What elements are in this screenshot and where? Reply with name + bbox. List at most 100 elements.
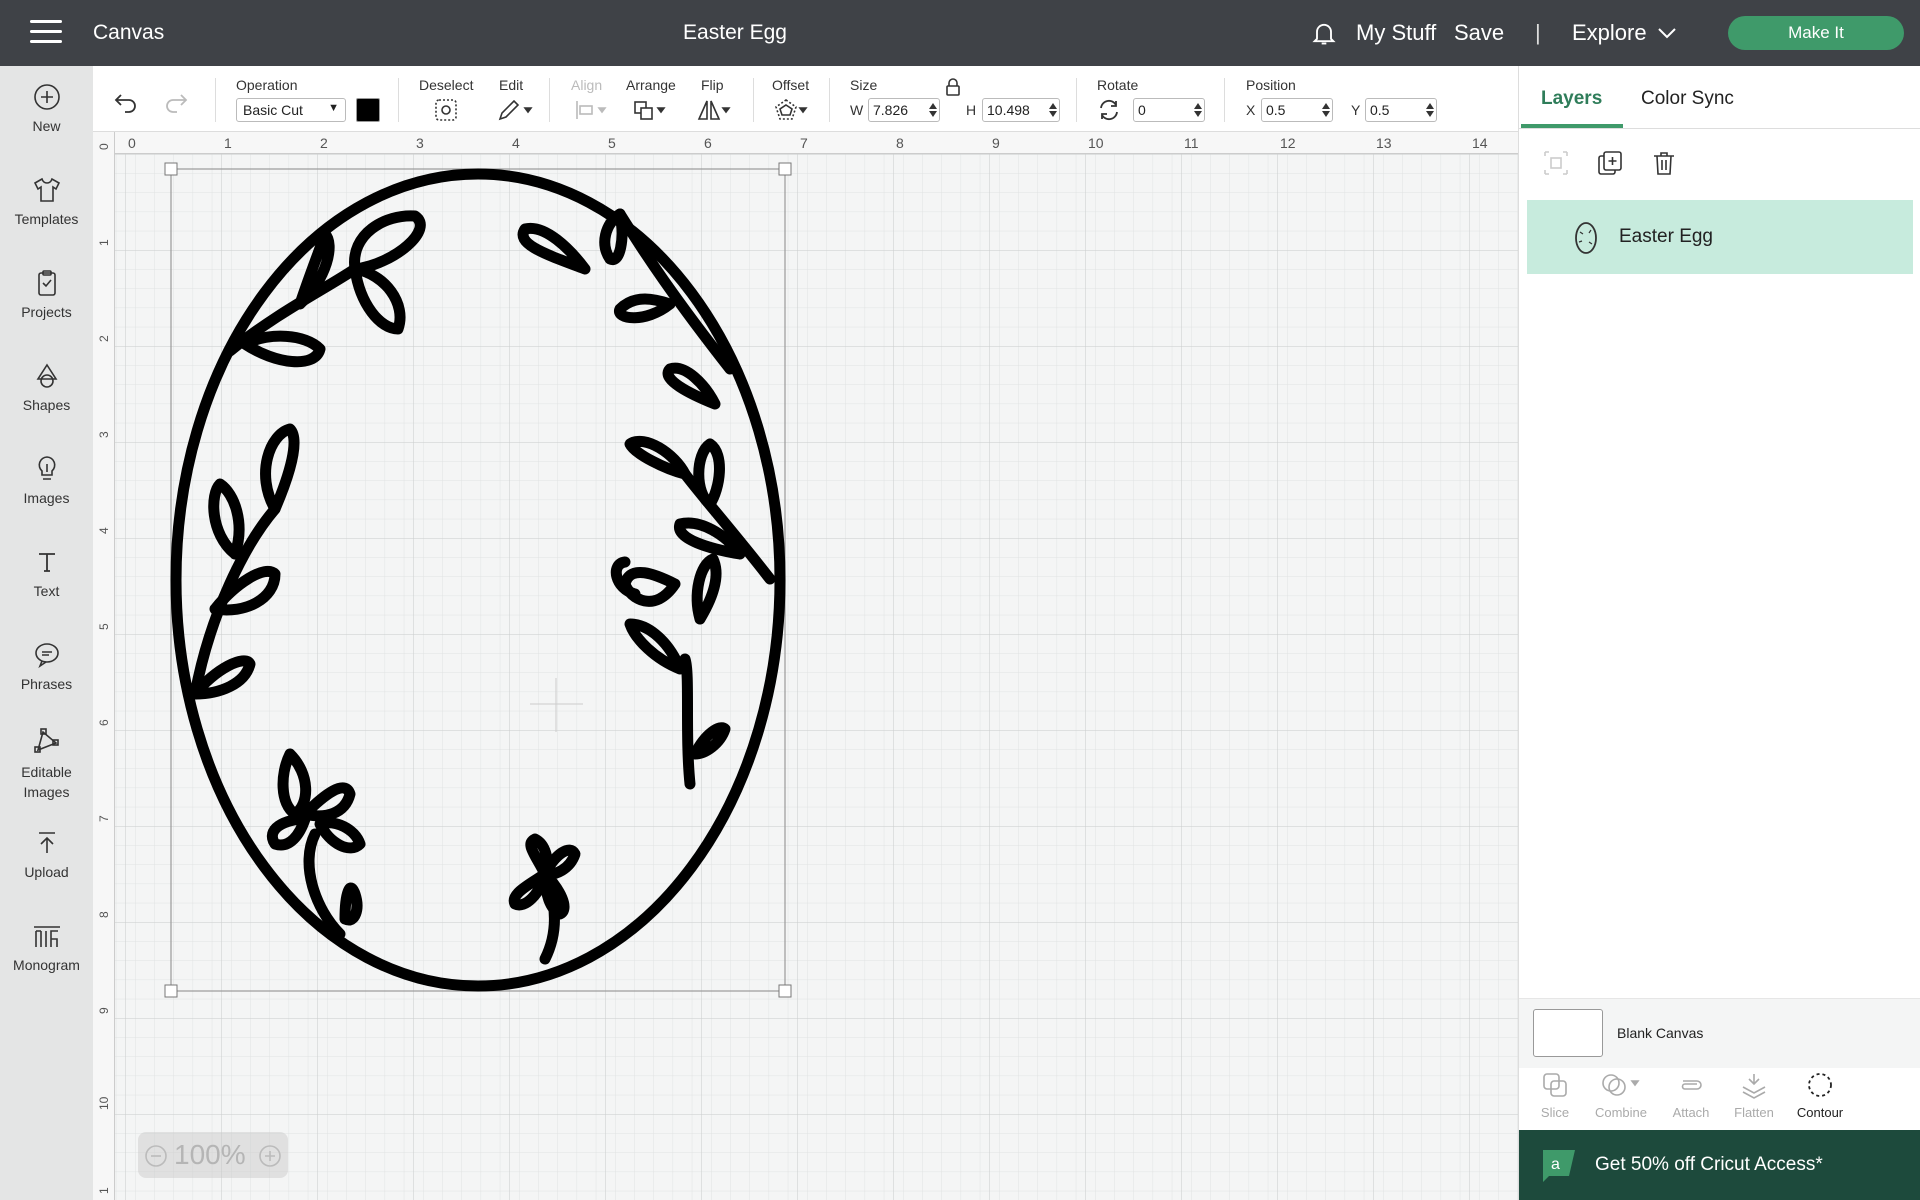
ruler-tick-label: 7	[800, 135, 808, 151]
group-icon	[1544, 151, 1568, 175]
toolbar-separator	[549, 78, 550, 122]
offset-icon[interactable]	[773, 96, 811, 124]
bell-icon[interactable]	[1310, 19, 1338, 47]
deselect-icon[interactable]	[433, 96, 459, 124]
tab-layers[interactable]: Layers	[1541, 88, 1602, 110]
ruler-tick-label: 2	[320, 135, 328, 151]
stepper-arrows-icon[interactable]	[929, 102, 937, 118]
lock-icon[interactable]	[945, 78, 961, 96]
pencil-icon[interactable]	[495, 96, 533, 124]
paperclip-icon	[1681, 1080, 1702, 1090]
make-it-button[interactable]: Make It	[1728, 16, 1904, 50]
edit-label: Edit	[499, 77, 524, 93]
selection-handle[interactable]	[778, 162, 792, 176]
y-position-input[interactable]: 0.5	[1365, 98, 1437, 122]
operation-select[interactable]: Basic Cut ▼	[236, 98, 346, 122]
flatten-icon	[1742, 1074, 1766, 1099]
toolbar-separator	[829, 78, 830, 122]
cricut-access-promo-banner[interactable]: a Get 50% off Cricut Access*	[1519, 1130, 1920, 1200]
ruler-tick-label: 7	[97, 815, 111, 822]
canvas-color-swatch[interactable]	[1533, 1009, 1603, 1057]
x-position-input[interactable]: 0.5	[1261, 98, 1333, 122]
sidebar-item-text[interactable]: Text	[0, 547, 93, 599]
blank-canvas-row[interactable]: Blank Canvas	[1519, 998, 1920, 1068]
top-bar: Canvas Easter Egg My Stuff Save | Explor…	[0, 0, 1920, 66]
position-label: Position	[1246, 77, 1296, 93]
zoom-in-icon[interactable]	[258, 1144, 282, 1168]
sidebar-item-label: Upload	[24, 864, 69, 880]
sidebar-item-templates[interactable]: Templates	[0, 175, 93, 227]
toolbar-separator	[1076, 78, 1077, 122]
contour-button[interactable]: Contour	[1785, 1071, 1855, 1120]
color-swatch[interactable]	[356, 98, 380, 122]
blank-canvas-label: Blank Canvas	[1617, 1025, 1704, 1041]
design-canvas[interactable]: 0 1 2 3 4 5 6 7 8 9 10 11 12 13 14 0 1 2…	[93, 132, 1518, 1200]
bottom-tool-label: Flatten	[1734, 1105, 1774, 1120]
easter-egg-thumbnail-icon	[1575, 222, 1597, 254]
ruler-tick-label: 4	[512, 135, 520, 151]
selection-handle[interactable]	[778, 984, 792, 998]
sidebar-item-new[interactable]: New	[0, 82, 93, 134]
tab-color-sync[interactable]: Color Sync	[1641, 88, 1734, 110]
ruler-tick-label: 11	[1184, 135, 1199, 151]
ruler-tick-label: 3	[97, 431, 111, 438]
chevron-down-icon[interactable]	[1656, 24, 1678, 42]
left-sidebar: New Templates Projects Shapes Images Tex…	[0, 66, 93, 1200]
undo-icon[interactable]	[113, 88, 139, 114]
sidebar-item-label: Templates	[14, 211, 79, 227]
sidebar-item-projects[interactable]: Projects	[0, 268, 93, 320]
topbar-divider: |	[1535, 20, 1541, 45]
layers-panel: Layers Color Sync Easter Egg Blank Canva…	[1518, 66, 1920, 1200]
save-button[interactable]: Save	[1454, 20, 1504, 46]
zoom-out-icon[interactable]	[144, 1144, 168, 1168]
width-input[interactable]: 7.826	[868, 98, 940, 122]
explore-menu[interactable]: Explore	[1572, 20, 1647, 46]
sidebar-item-label: Phrases	[20, 676, 73, 692]
ruler-tick-label: 12	[1280, 135, 1296, 151]
contour-icon	[1808, 1073, 1832, 1097]
clipboard-icon	[37, 270, 56, 296]
ruler-tick-label: 2	[97, 335, 111, 342]
ruler-tick-label: 14	[1472, 135, 1488, 151]
toolbar-separator	[398, 78, 399, 122]
rotate-icon[interactable]	[1097, 98, 1121, 122]
selection-handle[interactable]	[164, 984, 178, 998]
bottom-tool-label: Slice	[1540, 1105, 1570, 1120]
rotate-input[interactable]: 0	[1133, 98, 1205, 122]
sidebar-item-upload[interactable]: Upload	[0, 828, 93, 880]
flip-icon[interactable]	[696, 96, 734, 124]
sidebar-item-shapes[interactable]: Shapes	[0, 361, 93, 413]
sidebar-item-images[interactable]: Images	[0, 454, 93, 506]
slice-button: Slice	[1520, 1071, 1590, 1120]
sidebar-item-monogram[interactable]: Monogram	[0, 921, 93, 973]
promo-text: Get 50% off Cricut Access*	[1595, 1154, 1823, 1175]
flatten-button: Flatten	[1719, 1071, 1789, 1120]
canvas-grid[interactable]	[115, 154, 1518, 1200]
my-stuff-link[interactable]: My Stuff	[1356, 20, 1436, 46]
ruler-tick-label: 9	[97, 1007, 111, 1014]
y-value: 0.5	[1370, 102, 1390, 118]
layer-item-easter-egg[interactable]: Easter Egg	[1527, 200, 1913, 274]
ruler-tick-label: 5	[608, 135, 616, 151]
bottom-tool-label: Attach	[1672, 1105, 1710, 1120]
sidebar-item-editable-images[interactable]: Editable Images	[0, 726, 93, 802]
duplicate-icon[interactable]	[1595, 148, 1625, 178]
ruler-tick-label: 6	[97, 719, 111, 726]
ruler-tick-label: 1	[224, 135, 232, 151]
ruler-tick-label: 8	[97, 911, 111, 918]
document-title: Easter Egg	[683, 21, 787, 44]
height-input[interactable]: 10.498	[982, 98, 1060, 122]
trash-icon[interactable]	[1649, 148, 1679, 178]
sidebar-item-phrases[interactable]: Phrases	[0, 640, 93, 692]
arrange-label: Arrange	[626, 77, 676, 93]
selection-handle[interactable]	[164, 162, 178, 176]
stepper-arrows-icon[interactable]	[1322, 102, 1330, 118]
stepper-arrows-icon[interactable]	[1049, 102, 1057, 118]
bottom-tool-label: Contour	[1796, 1105, 1844, 1120]
arrange-icon[interactable]	[631, 96, 669, 124]
sidebar-item-label: Text	[33, 583, 60, 599]
layer-name: Easter Egg	[1619, 226, 1713, 247]
stepper-arrows-icon[interactable]	[1194, 102, 1202, 118]
stepper-arrows-icon[interactable]	[1426, 102, 1434, 118]
redo-icon	[166, 94, 188, 113]
